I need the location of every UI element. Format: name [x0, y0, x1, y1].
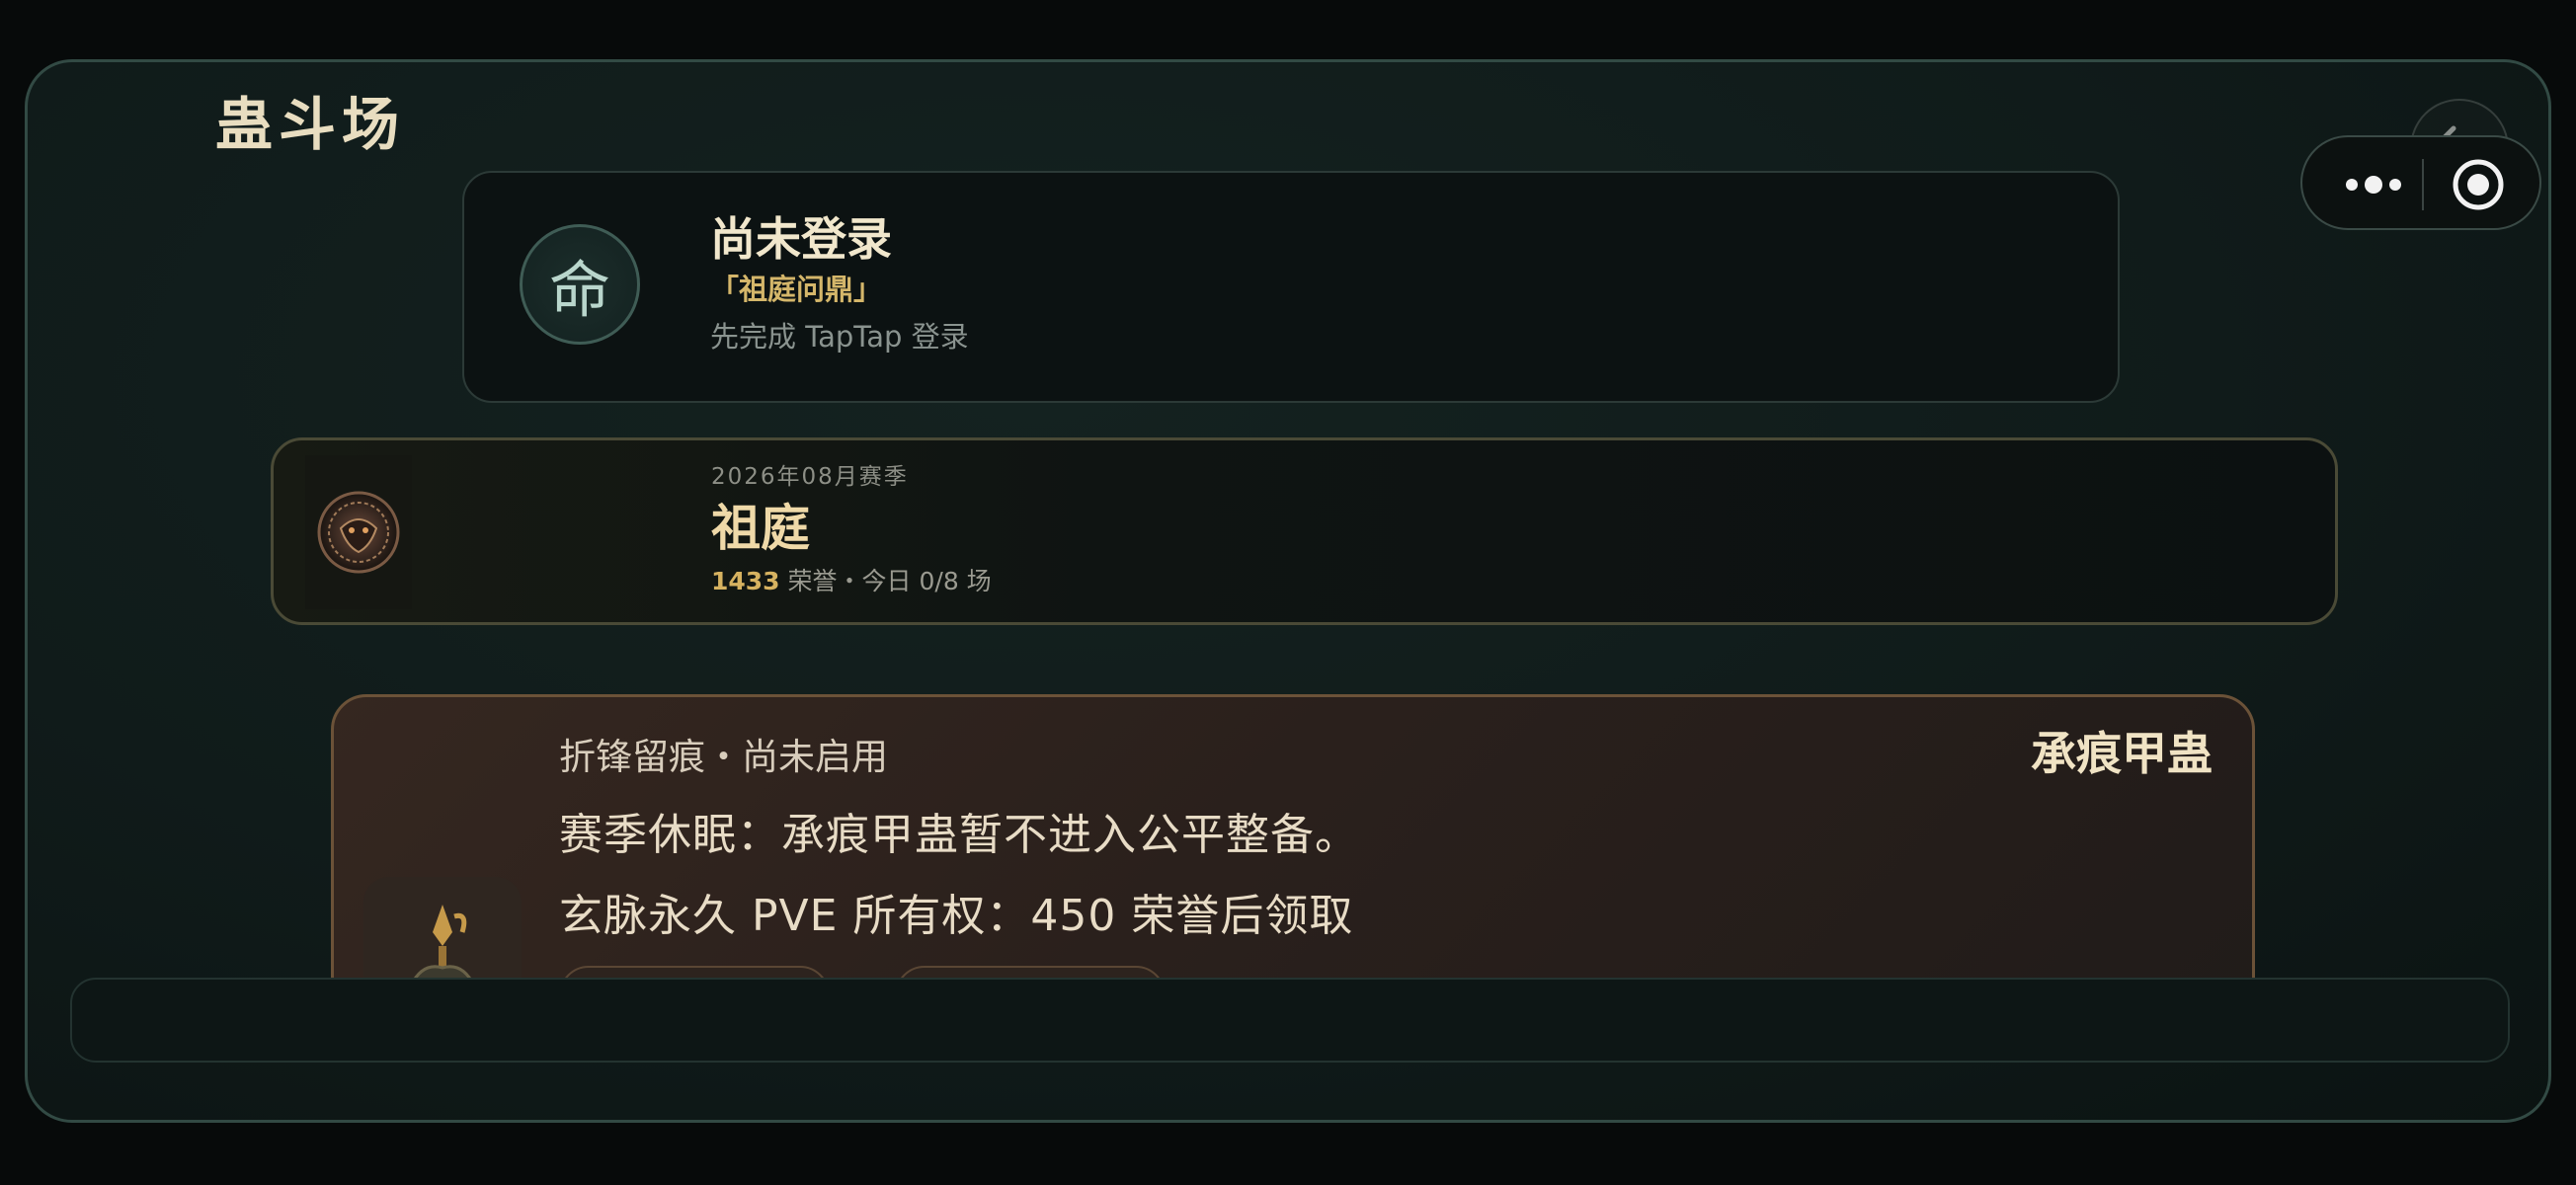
login-card[interactable]: 命 尚未登录 「祖庭问鼎」 先完成 TapTap 登录	[462, 171, 2120, 403]
login-hint: 先完成 TapTap 登录	[710, 320, 969, 354]
honor-value: 1433	[711, 567, 780, 595]
relic-card[interactable]: 折锋留痕・尚未启用 承痕甲蛊 赛季休眠：承痕甲蛊暂不进入公平整备。 玄脉永久 P…	[331, 694, 2255, 1008]
system-capsule	[2300, 135, 2541, 230]
season-label: 2026年08月赛季	[711, 464, 909, 490]
main-panel: 蛊斗场 命 尚未登录 「祖庭问鼎」 先完成 TapTap 登录 2026年08月…	[25, 59, 2551, 1123]
fate-seal-icon: 命	[520, 224, 640, 345]
season-name: 祖庭	[711, 500, 810, 557]
target-circle-icon[interactable]	[2451, 157, 2506, 212]
season-emblem-icon	[305, 455, 412, 609]
page-title: 蛊斗场	[215, 91, 406, 158]
season-stats: 1433 荣誉・今日 0/8 场	[711, 569, 992, 593]
login-status-title: 尚未登录	[710, 212, 892, 266]
relic-name: 承痕甲蛊	[2031, 727, 2213, 780]
login-subtitle: 「祖庭问鼎」	[710, 273, 883, 306]
relic-scroll-area[interactable]: 折锋留痕・尚未启用 承痕甲蛊 赛季休眠：承痕甲蛊暂不进入公平整备。 玄脉永久 P…	[28, 674, 2548, 1008]
season-card[interactable]: 2026年08月赛季 祖庭 1433 荣誉・今日 0/8 场	[271, 437, 2338, 625]
capsule-divider	[2422, 159, 2424, 210]
more-dots-icon[interactable]	[2332, 155, 2431, 214]
relic-status: 折锋留痕・尚未启用	[559, 736, 888, 778]
relic-description-line: 赛季休眠：承痕甲蛊暂不进入公平整备。	[559, 810, 1359, 860]
relic-ownership-line: 玄脉永久 PVE 所有权：450 荣誉后领取	[559, 891, 1354, 941]
season-stats-text: 荣誉・今日 0/8 场	[779, 567, 992, 595]
bottom-action-bar[interactable]	[70, 978, 2510, 1063]
